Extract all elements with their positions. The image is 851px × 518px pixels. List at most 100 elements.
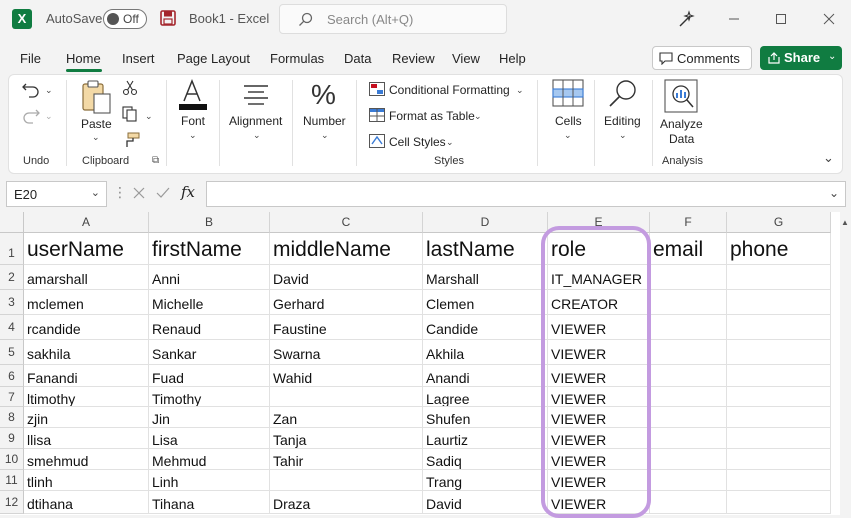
tab-view[interactable]: View [452, 51, 480, 66]
alignment-icon[interactable] [240, 84, 272, 106]
table-cell[interactable]: Swarna [270, 340, 423, 365]
table-cell[interactable] [727, 265, 831, 290]
save-icon[interactable] [160, 10, 176, 26]
table-cell[interactable] [727, 491, 831, 514]
table-cell[interactable]: sakhila [24, 340, 149, 365]
table-cell[interactable] [650, 315, 727, 340]
table-cell[interactable]: smehmud [24, 449, 149, 470]
close-icon[interactable] [817, 8, 841, 30]
table-cell[interactable]: Gerhard [270, 290, 423, 315]
table-cell[interactable]: Tihana [149, 491, 270, 514]
table-cell[interactable]: Shufen [423, 407, 548, 428]
table-cell[interactable]: zjin [24, 407, 149, 428]
table-cell[interactable] [650, 491, 727, 514]
table-cell[interactable]: llisa [24, 428, 149, 449]
row-header[interactable]: 2 [0, 265, 24, 290]
table-cell[interactable]: Faustine [270, 315, 423, 340]
table-cell[interactable]: dtihana [24, 491, 149, 514]
cell-styles-label[interactable]: Cell Styles [389, 135, 446, 149]
font-icon[interactable] [177, 79, 209, 111]
font-label[interactable]: Font [181, 114, 205, 128]
conditional-formatting-icon[interactable] [369, 82, 385, 96]
table-cell[interactable]: Anni [149, 265, 270, 290]
format-as-table-icon[interactable] [369, 108, 385, 122]
undo-icon[interactable] [21, 80, 41, 98]
conditional-formatting-label[interactable]: Conditional Formatting [389, 83, 510, 97]
table-cell[interactable] [727, 387, 831, 407]
table-cell[interactable]: Candide [423, 315, 548, 340]
editing-chevron-icon[interactable]: ⌄ [619, 130, 627, 141]
name-box-chevron-icon[interactable]: ⌄ [91, 186, 100, 199]
table-cell[interactable] [727, 407, 831, 428]
scroll-up-icon[interactable]: ▲ [841, 218, 849, 227]
row-header[interactable]: 10 [0, 449, 24, 470]
table-cell[interactable]: rcandide [24, 315, 149, 340]
cells-icon[interactable] [552, 79, 584, 107]
row-header[interactable]: 6 [0, 365, 24, 387]
tab-file[interactable]: File [20, 51, 41, 66]
table-cell[interactable]: Trang [423, 470, 548, 491]
column-header-col-g[interactable]: G [727, 212, 831, 233]
table-cell[interactable]: Draza [270, 491, 423, 514]
copy-chevron-icon[interactable]: ⌄ [145, 111, 153, 122]
table-cell[interactable] [650, 340, 727, 365]
table-cell[interactable]: Tanja [270, 428, 423, 449]
table-cell[interactable] [650, 449, 727, 470]
font-chevron-icon[interactable]: ⌄ [189, 130, 197, 141]
table-cell[interactable] [650, 428, 727, 449]
table-cell[interactable]: Fanandi [24, 365, 149, 387]
select-all-corner[interactable] [0, 212, 24, 233]
column-header-col-f[interactable]: F [650, 212, 727, 233]
format-as-table-label[interactable]: Format as Table [389, 109, 475, 123]
formula-input[interactable]: ⌄ [206, 181, 846, 207]
tab-insert[interactable]: Insert [122, 51, 155, 66]
table-cell[interactable] [727, 428, 831, 449]
column-header-col-d[interactable]: D [423, 212, 548, 233]
alignment-chevron-icon[interactable]: ⌄ [253, 130, 261, 141]
table-cell[interactable]: Michelle [149, 290, 270, 315]
row-header[interactable]: 5 [0, 340, 24, 365]
column-header-col-c[interactable]: C [270, 212, 423, 233]
table-cell[interactable]: Mehmud [149, 449, 270, 470]
table-cell[interactable]: Akhila [423, 340, 548, 365]
table-cell[interactable] [650, 387, 727, 407]
row-header[interactable]: 4 [0, 315, 24, 340]
cells-chevron-icon[interactable]: ⌄ [564, 130, 572, 141]
table-cell[interactable]: Jin [149, 407, 270, 428]
row-header[interactable]: 9 [0, 428, 24, 449]
tab-data[interactable]: Data [344, 51, 371, 66]
editing-search-icon[interactable] [607, 78, 639, 110]
format-painter-icon[interactable] [122, 132, 140, 148]
column-header-col-b[interactable]: B [149, 212, 270, 233]
row-header[interactable]: 11 [0, 470, 24, 491]
table-cell[interactable] [270, 470, 423, 491]
header-cell[interactable]: userName [24, 233, 149, 265]
cells-label[interactable]: Cells [555, 114, 582, 128]
table-cell[interactable]: Renaud [149, 315, 270, 340]
table-cell[interactable]: Tahir [270, 449, 423, 470]
alignment-label[interactable]: Alignment [229, 114, 282, 128]
table-cell[interactable] [650, 365, 727, 387]
header-cell[interactable]: lastName [423, 233, 548, 265]
copy-icon[interactable] [122, 106, 138, 122]
editing-label[interactable]: Editing [604, 114, 641, 128]
table-cell[interactable] [270, 387, 423, 407]
table-cell[interactable]: amarshall [24, 265, 149, 290]
table-cell[interactable]: Marshall [423, 265, 548, 290]
table-cell[interactable] [727, 449, 831, 470]
table-cell[interactable]: Linh [149, 470, 270, 491]
analyze-data-icon[interactable] [664, 79, 698, 113]
header-cell[interactable]: email [650, 233, 727, 265]
maximize-icon[interactable] [769, 8, 793, 30]
undo-chevron-icon[interactable]: ⌄ [45, 85, 53, 96]
table-cell[interactable]: Lisa [149, 428, 270, 449]
table-cell[interactable] [650, 407, 727, 428]
tab-review[interactable]: Review [392, 51, 435, 66]
number-label[interactable]: Number [303, 114, 346, 128]
table-cell[interactable]: mclemen [24, 290, 149, 315]
table-cell[interactable]: Wahid [270, 365, 423, 387]
row-header[interactable]: 7 [0, 387, 24, 407]
clipboard-launcher-icon[interactable]: ⧉ [152, 155, 159, 166]
paste-chevron-icon[interactable]: ⌄ [92, 132, 100, 143]
paste-label[interactable]: Paste [81, 117, 112, 131]
